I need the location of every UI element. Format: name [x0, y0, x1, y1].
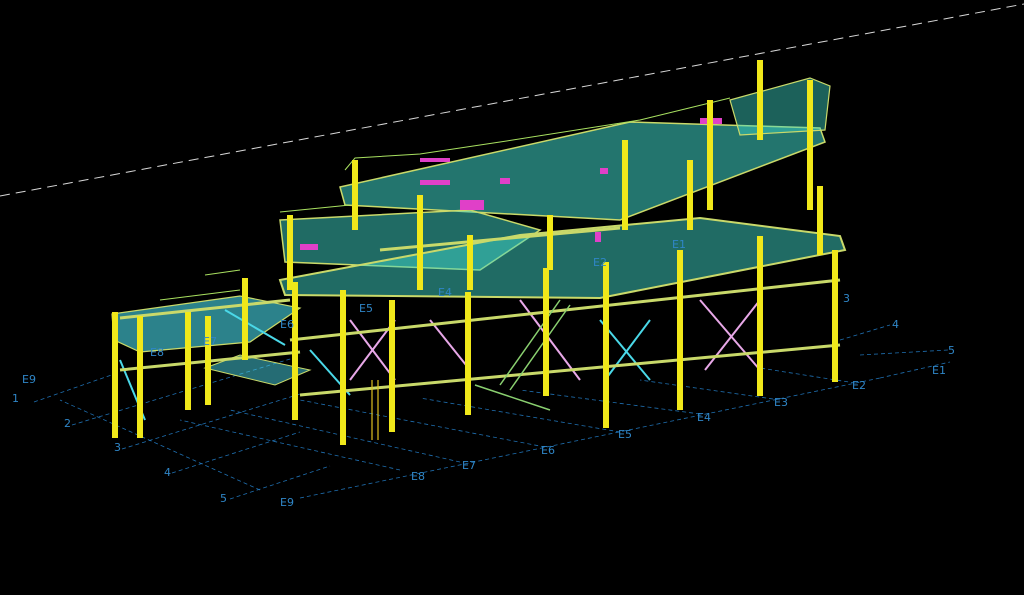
column-7	[389, 300, 395, 432]
column-5	[292, 282, 298, 420]
column-12	[757, 236, 763, 396]
grid-label-e8-bottom: E8	[411, 470, 425, 483]
column-9	[543, 268, 549, 396]
grid-label-e5-bottom: E5	[618, 428, 632, 441]
structure-3d-view[interactable]: E9 1 2 3 4 5 E9 E8 E7 E6 E5 E4 E3 E2 E1 …	[0, 0, 1024, 595]
grid-label-e7-bottom: E7	[462, 459, 476, 472]
grid-label-3: 3	[114, 441, 121, 454]
grid-label-3-right: 3	[843, 292, 850, 305]
column-23	[352, 160, 358, 230]
grid-label-4-right: 4	[892, 318, 899, 331]
grid-label-e4-bottom: E4	[697, 411, 711, 424]
grid-label-e8-model: E8	[150, 346, 164, 359]
grid-label-e7-model: E7	[203, 335, 217, 348]
column-11	[677, 250, 683, 410]
roof-platform	[729, 77, 831, 136]
column-21	[467, 235, 473, 290]
3d-model-viewport[interactable]: E9 1 2 3 4 5 E9 E8 E7 E6 E5 E4 E3 E2 E1 …	[0, 0, 1024, 595]
column-25	[242, 278, 248, 360]
column-20	[547, 215, 553, 270]
grid-label-e6-bottom: E6	[541, 444, 555, 457]
grid-label-e1-bottom: E1	[932, 364, 946, 377]
column-24	[287, 215, 293, 290]
upper-deck-plate	[339, 121, 826, 221]
column-10	[603, 262, 609, 428]
column-14	[817, 186, 823, 255]
grid-label-4: 4	[164, 466, 171, 479]
column-1	[112, 312, 118, 438]
stairs	[474, 299, 571, 411]
grid-label-5-right: 5	[948, 344, 955, 357]
column-16	[757, 60, 763, 140]
grid-label-e9-bottom: E9	[280, 496, 294, 509]
column-2	[137, 316, 143, 438]
grid-label-e6-model: E6	[280, 318, 294, 331]
grid-label-e2-bottom: E2	[852, 379, 866, 392]
grid-label-e2-model: E2	[593, 256, 607, 269]
column-15	[807, 80, 813, 210]
grid-label-e1-model: E1	[672, 238, 686, 251]
column-13	[832, 250, 838, 382]
grid-label-1: 1	[12, 392, 19, 405]
grid-lines	[33, 324, 951, 500]
grid-label-2: 2	[64, 417, 71, 430]
grid-label-e5-model: E5	[359, 302, 373, 315]
column-18	[687, 160, 693, 230]
column-4	[205, 316, 211, 405]
column-6	[340, 290, 346, 445]
column-19	[622, 140, 628, 230]
grid-label-e9-left: E9	[22, 373, 36, 386]
column-3	[185, 312, 191, 410]
grid-label-5: 5	[220, 492, 227, 505]
column-17	[707, 100, 713, 210]
column-22	[417, 195, 423, 290]
grid-label-e3-bottom: E3	[774, 396, 788, 409]
column-8	[465, 292, 471, 415]
grid-label-e4-model: E4	[438, 286, 452, 299]
